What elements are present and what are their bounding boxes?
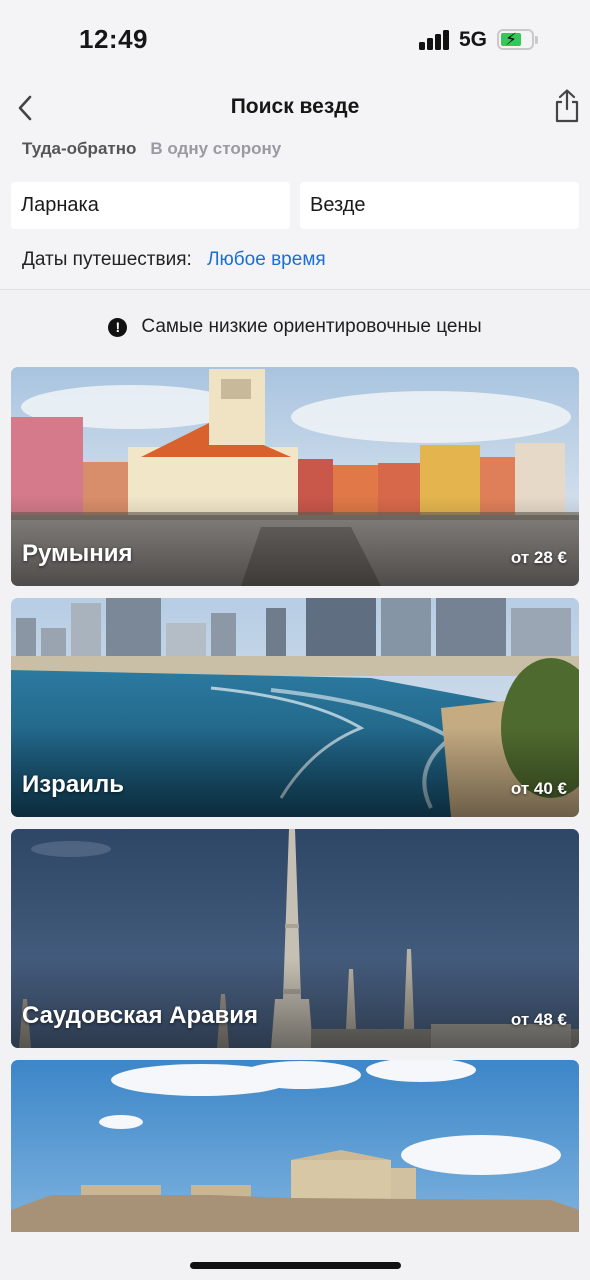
price-notice-text: Самые низкие ориентировочные цены — [141, 316, 482, 337]
search-header: Поиск везде Туда-обратно В одну сторону … — [0, 80, 590, 290]
destination-country: Румыния — [22, 540, 133, 567]
destination-price: от 28 € — [510, 548, 567, 567]
trip-type-tabs: Туда-обратно В одну сторону — [22, 139, 281, 159]
destination-country: Израиль — [22, 771, 124, 798]
destination-card-israel[interactable]: Израиль от 40 € — [11, 598, 579, 817]
origin-field[interactable]: Ларнака — [11, 182, 290, 229]
cellular-signal-icon — [419, 30, 451, 50]
tab-one-way[interactable]: В одну сторону — [150, 139, 281, 159]
share-icon — [555, 89, 579, 123]
page-title: Поиск везде — [230, 95, 360, 118]
home-indicator[interactable] — [190, 1262, 401, 1269]
network-type-label: 5G — [459, 28, 488, 51]
share-button[interactable] — [550, 86, 584, 126]
travel-dates-label: Даты путешествия: — [22, 249, 192, 270]
travel-dates-link[interactable]: Любое время — [207, 249, 326, 270]
destination-price: от 40 € — [510, 779, 567, 798]
exclamation-circle-icon: ! — [108, 317, 128, 337]
status-time: 12:49 — [79, 24, 148, 54]
destination-country: Саудовская Аравия — [22, 1002, 259, 1029]
tab-round-trip[interactable]: Туда-обратно — [22, 139, 136, 159]
destination-card-saudi-arabia[interactable]: Саудовская Аравия от 48 € — [11, 829, 579, 1048]
destination-field[interactable]: Везде — [300, 182, 579, 229]
destination-card-romania[interactable]: Румыния от 28 € — [11, 367, 579, 586]
travel-dates-row: Даты путешествия: Любое время — [22, 249, 326, 271]
acropolis-photo — [11, 1060, 579, 1232]
battery-icon: ⚡ — [497, 29, 538, 50]
bottom-safe-area — [0, 1232, 590, 1280]
destination-card-acropolis[interactable] — [11, 1060, 579, 1232]
price-notice: ! Самые низкие ориентировочные цены — [0, 316, 590, 338]
destination-price: от 48 € — [510, 1010, 567, 1029]
status-bar: 12:49 5G ⚡ — [0, 0, 590, 80]
